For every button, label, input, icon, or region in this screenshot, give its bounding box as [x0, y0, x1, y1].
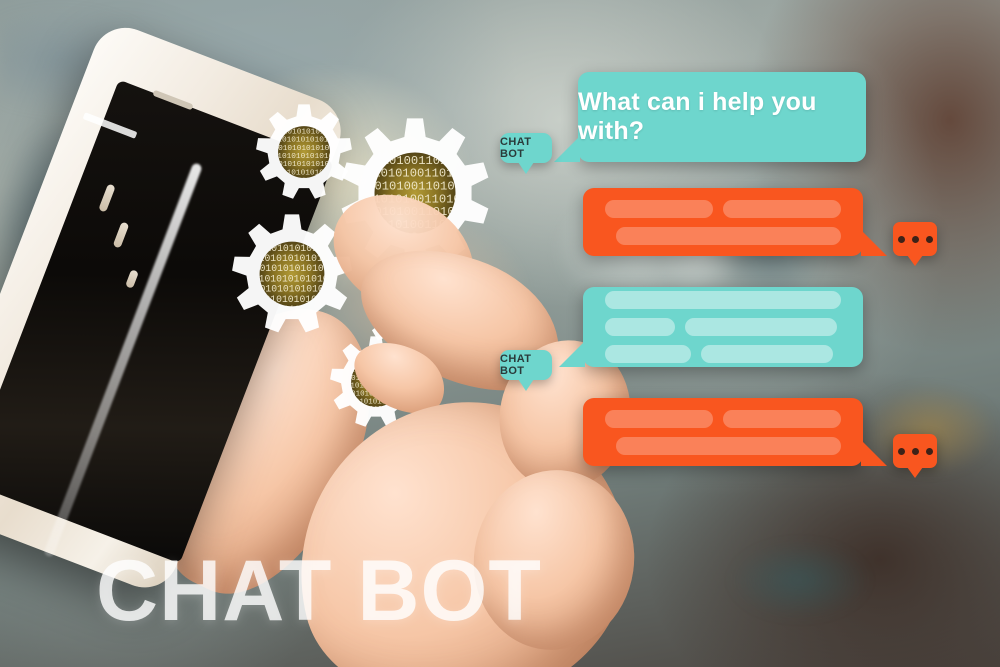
chat-bubble-bot[interactable]: What can i help you with? — [554, 72, 866, 162]
bubble-placeholder-lines — [583, 398, 863, 466]
bubble-tail — [861, 230, 887, 256]
typing-dot — [911, 447, 919, 455]
chat-bubble-user[interactable] — [583, 398, 887, 466]
chatbot-hero-image: 10101010101010101 10101010101010101 101010… — [0, 0, 1000, 667]
label-tail — [518, 162, 534, 174]
placeholder-row — [605, 199, 841, 218]
chat-bubble-bot[interactable] — [559, 287, 863, 367]
placeholder-bar — [605, 345, 691, 363]
label-tail — [518, 379, 534, 391]
placeholder-bar — [722, 409, 841, 428]
placeholder-bar — [701, 345, 833, 363]
placeholder-bar — [605, 291, 841, 309]
typing-dot — [925, 235, 933, 243]
bubble-placeholder-lines — [583, 287, 863, 367]
placeholder-row — [605, 409, 841, 428]
placeholder-bar — [605, 318, 675, 336]
bubble-placeholder-lines — [583, 188, 863, 256]
bubble-tail — [907, 255, 923, 266]
bubble-message-text: What can i help you with? — [578, 88, 817, 145]
placeholder-row — [605, 291, 841, 309]
placeholder-bar — [605, 199, 713, 218]
typing-dot — [897, 235, 905, 243]
typing-indicator-bubble[interactable] — [893, 434, 937, 478]
placeholder-bar — [685, 318, 837, 336]
chat-bot-label: CHAT BOT — [500, 133, 552, 174]
placeholder-row — [605, 345, 841, 363]
placeholder-row — [605, 318, 841, 336]
placeholder-bar — [616, 226, 841, 245]
placeholder-row — [605, 226, 841, 245]
placeholder-row — [605, 436, 841, 455]
page-title: CHAT BOT — [96, 543, 542, 639]
typing-dot — [897, 447, 905, 455]
placeholder-bar — [605, 409, 713, 428]
typing-dot — [925, 447, 933, 455]
placeholder-bar — [722, 199, 841, 218]
bubble-tail — [861, 440, 887, 466]
placeholder-bar — [616, 436, 841, 455]
typing-indicator-bubble[interactable] — [893, 222, 937, 266]
typing-dot — [911, 235, 919, 243]
bubble-tail — [554, 136, 580, 162]
bubble-tail — [559, 341, 585, 367]
chat-bubble-user[interactable] — [583, 188, 887, 256]
bubble-tail — [907, 467, 923, 478]
chat-bot-label: CHAT BOT — [500, 350, 552, 391]
